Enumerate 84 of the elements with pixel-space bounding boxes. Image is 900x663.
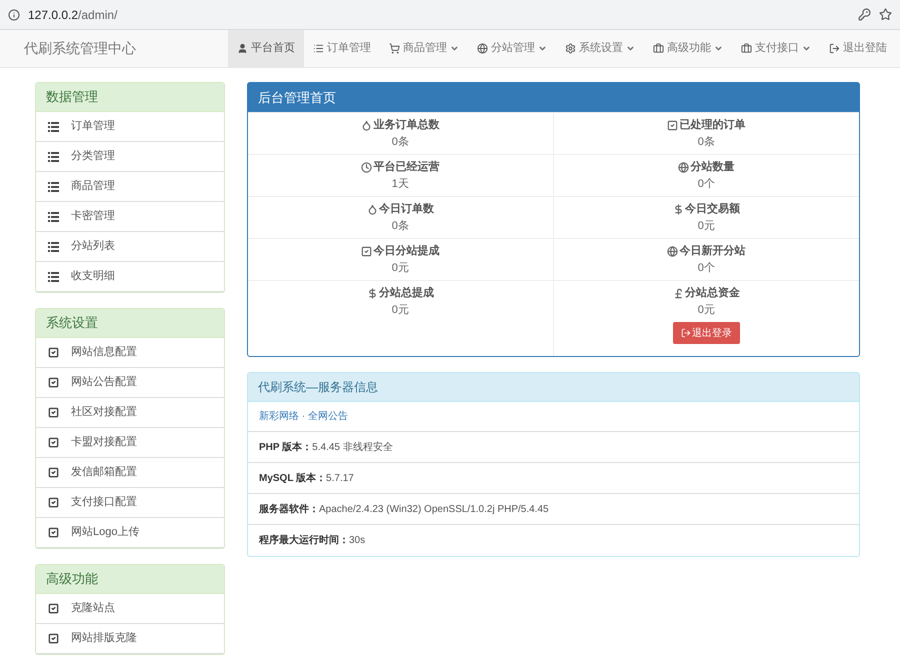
sidebar-item[interactable]: 分类管理	[36, 142, 224, 172]
nav-item[interactable]: 高级功能	[644, 30, 732, 67]
stat-label: 分站总提成	[378, 286, 434, 301]
checkbox-icon	[667, 120, 678, 131]
panel-heading: 代刷系统—服务器信息	[248, 373, 859, 402]
stat-value: 0元	[392, 260, 409, 276]
list-icon	[48, 182, 59, 192]
sidebar-item[interactable]: 订单管理	[36, 112, 224, 142]
nav-item[interactable]: 支付接口	[732, 30, 820, 67]
sidebar-item[interactable]: 分站列表	[36, 232, 224, 262]
briefcase-icon	[653, 43, 664, 54]
stat-label: 分站数量	[690, 160, 734, 175]
list-icon	[48, 122, 59, 132]
sidebar-item[interactable]: 卡盟对接配置	[36, 428, 224, 458]
stat-value: 0个	[698, 176, 715, 192]
sign-out-icon	[829, 43, 840, 54]
key-icon[interactable]	[858, 8, 871, 21]
droplet-icon	[366, 204, 378, 215]
stat-label: 今日订单数	[378, 202, 434, 217]
sidebar-item[interactable]: 克隆站点	[36, 594, 224, 624]
stat-label: 今日交易额	[684, 202, 740, 217]
nav-item[interactable]: 退出登陆	[820, 30, 896, 67]
nav-item[interactable]: 平台首页	[228, 30, 304, 67]
stat-label: 已处理的订单	[679, 118, 746, 133]
stat-label: 分站总资金	[684, 286, 740, 301]
sidebar-item[interactable]: 发信邮箱配置	[36, 458, 224, 488]
sidebar-item[interactable]: 社区对接配置	[36, 398, 224, 428]
checkbox-icon	[361, 246, 372, 257]
stat-value: 0条	[392, 218, 409, 234]
info-icon	[8, 8, 20, 20]
list-icon	[48, 212, 59, 222]
stat-label: 业务订单总数	[373, 118, 440, 133]
logout-button[interactable]: 退出登录	[672, 322, 740, 344]
stat-label: 今日分站提成	[373, 244, 440, 259]
dollar-icon	[672, 204, 684, 215]
sidebar-item[interactable]: 支付接口配置	[36, 488, 224, 518]
stat-value: 0条	[698, 134, 715, 150]
list-icon	[48, 152, 59, 162]
user-icon	[237, 43, 248, 54]
star-icon[interactable]	[879, 8, 892, 21]
nav-item[interactable]: 系统设置	[556, 30, 644, 67]
info-row-text: 程序最大运行时间：30s	[258, 533, 366, 548]
pound-icon	[672, 288, 684, 299]
globe-icon	[477, 43, 488, 54]
sidebar-item[interactable]: 网站Logo上传	[36, 518, 224, 548]
address-text[interactable]: 127.0.0.2/admin/	[28, 6, 850, 24]
sidebar-item[interactable]: 收支明细	[36, 262, 224, 292]
sidebar-item[interactable]: 商品管理	[36, 172, 224, 202]
briefcase-icon	[741, 43, 752, 54]
stat-label: 今日新开分站	[679, 244, 746, 259]
clock-icon	[361, 162, 372, 173]
list-icon	[48, 242, 59, 252]
cart-icon	[389, 43, 400, 54]
gear-icon	[565, 43, 576, 54]
list-icon	[48, 272, 59, 282]
nav-item[interactable]: 分站管理	[468, 30, 556, 67]
notice-link[interactable]: 新彩网络 · 全网公告	[259, 409, 348, 424]
stat-value: 1天	[392, 176, 409, 192]
globe-icon	[678, 162, 690, 173]
stat-value: 0元	[392, 302, 409, 318]
dollar-icon	[366, 288, 378, 299]
stat-value: 0条	[392, 134, 409, 150]
droplet-icon	[361, 120, 372, 131]
nav-item[interactable]: 订单管理	[304, 30, 380, 67]
brand-title[interactable]: 代刷系统管理中心	[0, 38, 228, 59]
info-row: 服务器软件：Apache/2.4.23 (Win32) OpenSSL/1.0.2j PHP/5.4.45	[248, 494, 859, 525]
globe-icon	[667, 246, 678, 257]
sidebar-item[interactable]: 卡密管理	[36, 202, 224, 232]
info-row: PHP 版本：5.4.45 非线程安全	[248, 432, 859, 463]
panel-heading: 高级功能	[36, 565, 224, 594]
panel-heading: 数据管理	[36, 83, 224, 112]
panel-heading: 系统设置	[36, 309, 224, 338]
nav-item[interactable]: 商品管理	[380, 30, 468, 67]
sidebar-item[interactable]: 网站排版克隆	[36, 624, 224, 654]
sidebar-item[interactable]: 网站公告配置	[36, 368, 224, 398]
stat-value: 0元	[698, 218, 715, 234]
list-icon	[313, 43, 324, 54]
sign-out-icon	[680, 328, 691, 338]
sidebar-item[interactable]: 网站信息配置	[36, 338, 224, 368]
stat-value: 0个	[698, 260, 715, 276]
stat-label: 平台已经运营	[373, 160, 440, 175]
panel-heading: 后台管理首页	[248, 83, 859, 112]
stat-value: 0元	[698, 302, 715, 318]
info-row: MySQL 版本：5.7.17	[248, 463, 859, 494]
